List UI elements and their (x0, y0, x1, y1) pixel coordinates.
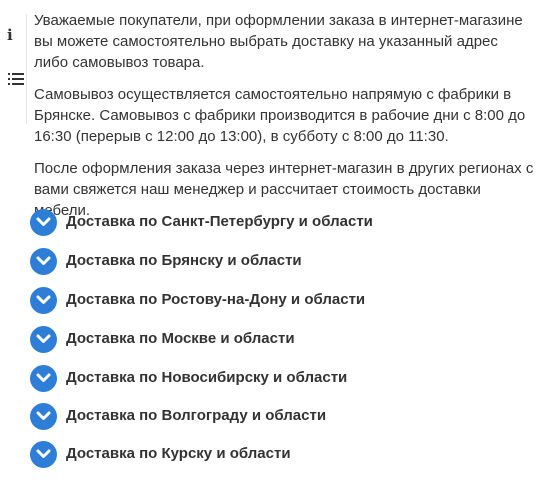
pickup-paragraph: Самовывоз осуществляется самостоятельно … (34, 86, 526, 145)
accordion-label: Доставка по Новосибирску и области (66, 369, 348, 386)
accordion-label: Доставка по Волгограду и области (66, 407, 327, 424)
chevron-down-icon (30, 441, 57, 468)
chevron-down-icon (30, 248, 57, 275)
accordion-item-volgograd[interactable]: Доставка по Волгограду и области (30, 403, 510, 433)
accordion-item-bryansk[interactable]: Доставка по Брянску и области (30, 248, 510, 278)
info-icon[interactable]: i (7, 28, 13, 43)
accordion-item-moscow[interactable]: Доставка по Москве и области (30, 326, 510, 356)
accordion-label: Доставка по Москве и области (66, 330, 295, 347)
chevron-down-icon (30, 365, 57, 392)
accordion-label: Доставка по Ростову-на-Дону и области (66, 291, 366, 308)
list-icon[interactable] (8, 72, 24, 86)
accordion-item-rostov[interactable]: Доставка по Ростову-на-Дону и области (30, 287, 510, 317)
side-rail (0, 14, 27, 124)
accordion-label: Доставка по Брянску и области (66, 252, 302, 269)
accordion-item-kursk[interactable]: Доставка по Курску и области (30, 441, 510, 471)
accordion-label: Доставка по Санкт-Петербургу и области (66, 213, 373, 230)
chevron-down-icon (30, 403, 57, 430)
chevron-down-icon (30, 326, 57, 353)
accordion-item-novosibirsk[interactable]: Доставка по Новосибирску и области (30, 365, 510, 395)
chevron-down-icon (30, 287, 57, 314)
intro-paragraph: Уважаемые покупатели, при оформлении зак… (34, 12, 523, 71)
delivery-info: Уважаемые покупатели, при оформлении зак… (34, 10, 534, 232)
accordion-label: Доставка по Курску и области (66, 445, 291, 462)
chevron-down-icon (30, 209, 57, 236)
accordion-item-spb[interactable]: Доставка по Санкт-Петербургу и области (30, 209, 510, 239)
